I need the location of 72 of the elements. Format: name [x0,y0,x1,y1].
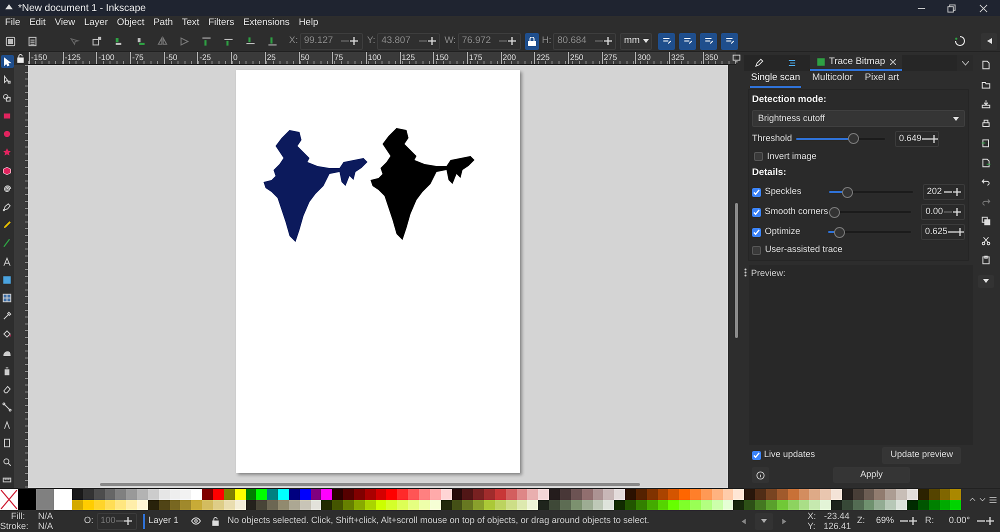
menu-item[interactable]: Edit [29,16,46,31]
trace-bitmap-tab[interactable]: Trace Bitmap [810,55,902,71]
field-label: Y: [366,34,376,48]
update-preview-button[interactable]: Update preview [882,446,961,464]
ruler-label: 175 [466,52,501,64]
cursor-y-label: Y: [807,521,816,531]
fill-label: Fill: [10,511,26,521]
ruler-label: 100 [366,52,400,64]
ruler-label: -25 [197,52,232,64]
field-label: X: [289,34,298,48]
zoom-field[interactable]: 69% [868,512,920,530]
option-label: User-assisted trace [765,243,843,256]
ruler-label: -50 [164,52,198,64]
detection-mode-dropdown[interactable]: Brightness cutoff [752,110,965,128]
units-dropdown[interactable]: mm [620,32,652,50]
menu-item[interactable]: Path [153,16,173,31]
menu-item[interactable]: Object [116,16,144,31]
menu-item[interactable]: Text [182,16,200,31]
ruler-label: 125 [400,52,434,64]
number-field[interactable]: 0.625 [921,224,965,240]
ruler-label: 50 [298,52,332,64]
section-heading: Details: [752,166,788,180]
rotation-label: R: [925,514,934,528]
ruler-label: 325 [669,52,703,64]
status-message: No objects selected. Click, Shift+click, Alt+scroll mouse on top of objects, or drag around objects to select. [228,514,650,528]
cursor-y-value: 126.41 [823,521,851,531]
fill-value: N/A [38,511,54,521]
option-label: Threshold [752,132,792,145]
field-label: W: [444,34,456,48]
ruler-label: 225 [534,52,568,64]
ruler-label: -125 [62,52,96,64]
option-label: Invert image [767,150,817,163]
ruler-label: 275 [602,52,636,64]
number-field[interactable]: 0.00 [921,204,965,220]
ruler-label: 250 [568,52,602,64]
zoom-label: Z: [857,514,865,528]
ruler-label: 150 [433,52,467,64]
ruler-label: -75 [130,52,164,64]
mode-tab[interactable]: Multicolor [811,70,854,88]
window-title: *New document 1 - Inkscape [18,2,146,16]
apply-button[interactable]: Apply [833,467,910,483]
ruler-label: 350 [702,52,736,64]
menu-item[interactable]: Help [298,16,318,31]
mode-tab[interactable]: Pixel art [864,70,900,88]
cursor-x-value: -23.44 [824,511,850,521]
stroke-value: N/A [38,521,54,531]
number-field[interactable]: 0.649 [895,130,940,147]
menu-item[interactable]: Layer [84,16,108,31]
option-label: Optimize [764,225,802,238]
preview-label: Preview: [751,268,786,278]
cursor-x-label: X: [807,511,816,521]
field-label: H: [542,34,552,48]
stroke-label: Stroke: [0,521,30,531]
number-field[interactable]: 202 [922,184,965,200]
ruler-label: 200 [500,52,534,64]
option-label: Speckles [764,185,802,198]
opacity-label: O: [84,514,94,528]
menu-item[interactable]: File [5,16,20,31]
ruler-label: -150 [29,52,63,64]
ruler-label: 75 [332,52,366,64]
ruler-label: -100 [96,52,130,64]
ruler-label: 0 [231,52,265,64]
menu-item[interactable]: Extensions [243,16,290,31]
option-label: Live updates [764,448,816,462]
menu-item[interactable]: Filters [208,16,234,31]
layer-selector[interactable]: Layer 1 [142,514,179,528]
option-label: Smooth corners [764,205,828,218]
ruler-label: 25 [264,52,298,64]
menu-item[interactable]: View [54,16,76,31]
section-heading: Detection mode: [752,93,828,107]
ruler-label: 300 [635,52,670,64]
rotation-field[interactable]: 0.00° [937,512,997,530]
